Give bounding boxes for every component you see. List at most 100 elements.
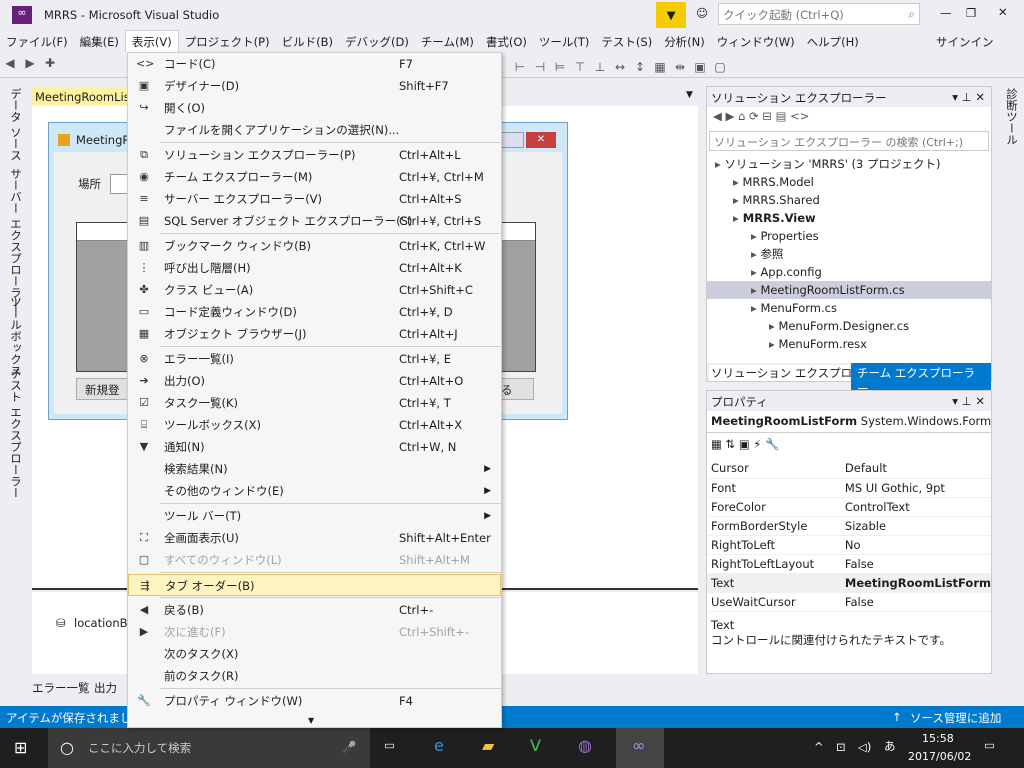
tab-toolbox[interactable]: ツールボックス: [8, 296, 24, 377]
tray-binding-source[interactable]: locationBi: [74, 616, 131, 630]
tab-test-explorer[interactable]: テスト エクスプローラー: [8, 368, 24, 498]
property-row[interactable]: UseWaitCursor False: [707, 592, 991, 612]
tab-output[interactable]: 出力: [94, 680, 117, 696]
align-left-icon[interactable]: ⊢: [512, 60, 528, 76]
clock-date[interactable]: 2017/06/02: [908, 750, 971, 763]
properties-icon[interactable]: ▤: [776, 109, 787, 123]
menu-item-24[interactable]: ツール バー(T) ▶: [128, 505, 501, 527]
action-center-icon[interactable]: ▭: [984, 738, 995, 752]
home-icon[interactable]: ⌂: [738, 109, 745, 123]
menu-item-21[interactable]: 検索結果(N) ▶: [128, 458, 501, 480]
property-value[interactable]: False: [840, 554, 991, 574]
same-width-icon[interactable]: ↔: [612, 60, 628, 76]
solution-search-input[interactable]: ソリューション エクスプローラー の検索 (Ctrl+;): [709, 131, 989, 151]
close-button[interactable]: ✕: [998, 5, 1008, 19]
object-selector[interactable]: MeetingRoomListForm System.Windows.Forms…: [707, 411, 991, 433]
align-middle-icon[interactable]: ⊥: [592, 60, 608, 76]
menu-item-1[interactable]: ▣ デザイナー(D) Shift+F7: [128, 75, 501, 97]
menu-8[interactable]: ツール(T): [533, 31, 596, 53]
form-close-icon[interactable]: ✕: [526, 132, 556, 148]
property-value[interactable]: MS UI Gothic, 9pt: [840, 478, 991, 498]
menu-2[interactable]: 表示(V): [124, 30, 179, 52]
tab-server-explorer[interactable]: サーバー エクスプローラー: [8, 168, 24, 310]
oracle-db-icon[interactable]: ◍: [578, 736, 592, 755]
property-value[interactable]: MeetingRoomListForm: [840, 573, 991, 593]
windows-start-icon[interactable]: ⊞: [14, 738, 27, 757]
align-top-icon[interactable]: ⊤: [572, 60, 588, 76]
menu-0[interactable]: ファイル(F): [0, 31, 74, 53]
property-value[interactable]: False: [840, 592, 991, 612]
menu-10[interactable]: 分析(N): [658, 31, 711, 53]
property-row[interactable]: Cursor Default: [707, 459, 991, 479]
menu-9[interactable]: テスト(S): [595, 31, 658, 53]
menu-item-18[interactable]: ☑ タスク一覧(K) Ctrl+¥, T: [128, 392, 501, 414]
menu-item-0[interactable]: <> コード(C) F7: [128, 53, 501, 75]
same-height-icon[interactable]: ↕: [632, 60, 648, 76]
new-project-icon[interactable]: ✚: [42, 56, 58, 72]
menu-item-20[interactable]: ▼ 通知(N) Ctrl+W, N: [128, 436, 501, 458]
signin-link[interactable]: サインイン: [936, 34, 994, 50]
tree-item[interactable]: ▸ MenuForm.Designer.cs: [707, 317, 991, 335]
back-icon[interactable]: ◀: [713, 109, 722, 123]
volume-icon[interactable]: ◁): [858, 740, 871, 754]
property-value[interactable]: Sizable: [840, 516, 991, 536]
send-back-icon[interactable]: ▢: [712, 60, 728, 76]
tree-item[interactable]: ▸ MenuForm.resx: [707, 335, 991, 353]
tab-error-list[interactable]: エラー一覧: [32, 680, 90, 696]
quick-launch-input[interactable]: クイック起動 (Ctrl+Q) ⌕: [718, 3, 920, 25]
menu-item-28[interactable]: ⇶ タブ オーダー(B): [128, 574, 501, 596]
tree-item[interactable]: ▸ MRRS.View: [707, 209, 991, 227]
menu-7[interactable]: 書式(O): [480, 31, 533, 53]
vim-icon[interactable]: V: [530, 736, 541, 755]
align-right-icon[interactable]: ⊨: [552, 60, 568, 76]
menu-11[interactable]: ウィンドウ(W): [711, 31, 801, 53]
ime-indicator[interactable]: あ: [884, 738, 896, 754]
property-value[interactable]: ControlText: [840, 497, 991, 517]
menu-item-30[interactable]: ◀ 戻る(B) Ctrl+-: [128, 599, 501, 621]
menu-1[interactable]: 編集(E): [74, 31, 125, 53]
sync-icon[interactable]: ⟳: [749, 109, 759, 123]
doc-tab-meetingroomlist[interactable]: MeetingRoomList: [32, 88, 134, 106]
menu-item-31[interactable]: ▶ 次に進む(F) Ctrl+Shift+-: [128, 621, 501, 643]
tree-item[interactable]: ▸ MRRS.Model: [707, 173, 991, 191]
minimize-button[interactable]: —: [940, 6, 952, 20]
tree-item[interactable]: ▸ Properties: [707, 227, 991, 245]
clock-time[interactable]: 15:58: [922, 732, 954, 745]
pane-close-icon[interactable]: ▾ ⊥ ✕: [952, 394, 985, 408]
task-view-icon[interactable]: ▭: [384, 738, 395, 752]
events-icon[interactable]: ⚡: [753, 437, 761, 451]
menu-item-22[interactable]: その他のウィンドウ(E) ▶: [128, 480, 501, 502]
property-row[interactable]: RightToLeftLayout False: [707, 554, 991, 574]
network-icon[interactable]: ⊡: [836, 740, 846, 754]
size-grid-icon[interactable]: ▦: [652, 60, 668, 76]
tree-item[interactable]: ▸ App.config: [707, 263, 991, 281]
pane-close-icon[interactable]: ▾ ⊥ ✕: [952, 90, 985, 104]
microphone-icon[interactable]: 🎤: [342, 740, 356, 754]
notification-flag-icon[interactable]: ▼: [656, 2, 686, 28]
property-pages-icon[interactable]: ▣: [739, 437, 750, 451]
edge-icon[interactable]: e: [434, 736, 444, 755]
menu-item-16[interactable]: ⊗ エラー一覧(I) Ctrl+¥, E: [128, 348, 501, 370]
tree-item[interactable]: ▸ 参照: [707, 245, 991, 263]
collapse-icon[interactable]: ⊟: [762, 109, 772, 123]
menu-item-2[interactable]: ↪ 開く(O): [128, 97, 501, 119]
tree-item[interactable]: ▸ MenuForm.cs: [707, 299, 991, 317]
spacing-icon[interactable]: ⇹: [672, 60, 688, 76]
property-row[interactable]: RightToLeft No: [707, 535, 991, 555]
menu-item-7[interactable]: ≡ サーバー エクスプローラー(V) Ctrl+Alt+S: [128, 188, 501, 210]
menu-item-10[interactable]: ▥ ブックマーク ウィンドウ(B) Ctrl+K, Ctrl+W: [128, 235, 501, 257]
menu-12[interactable]: ヘルプ(H): [801, 31, 865, 53]
visual-studio-taskbar-icon[interactable]: ∞: [616, 728, 664, 768]
property-value[interactable]: No: [840, 535, 991, 555]
back-nav-icon[interactable]: ◀: [2, 56, 18, 72]
tree-expander-icon[interactable]: ▸: [733, 211, 743, 225]
tree-item[interactable]: ▸ ソリューション 'MRRS' (3 プロジェクト): [707, 155, 991, 173]
menu-4[interactable]: ビルド(B): [276, 31, 339, 53]
menu-item-19[interactable]: ⌸ ツールボックス(X) Ctrl+Alt+X: [128, 414, 501, 436]
menu-item-33[interactable]: 前のタスク(R): [128, 665, 501, 687]
property-row[interactable]: Text MeetingRoomListForm: [707, 573, 991, 593]
menu-item-32[interactable]: 次のタスク(X): [128, 643, 501, 665]
menu-6[interactable]: チーム(M): [415, 31, 480, 53]
tab-data-sources[interactable]: データ ソース: [8, 88, 24, 161]
align-center-icon[interactable]: ⊣: [532, 60, 548, 76]
